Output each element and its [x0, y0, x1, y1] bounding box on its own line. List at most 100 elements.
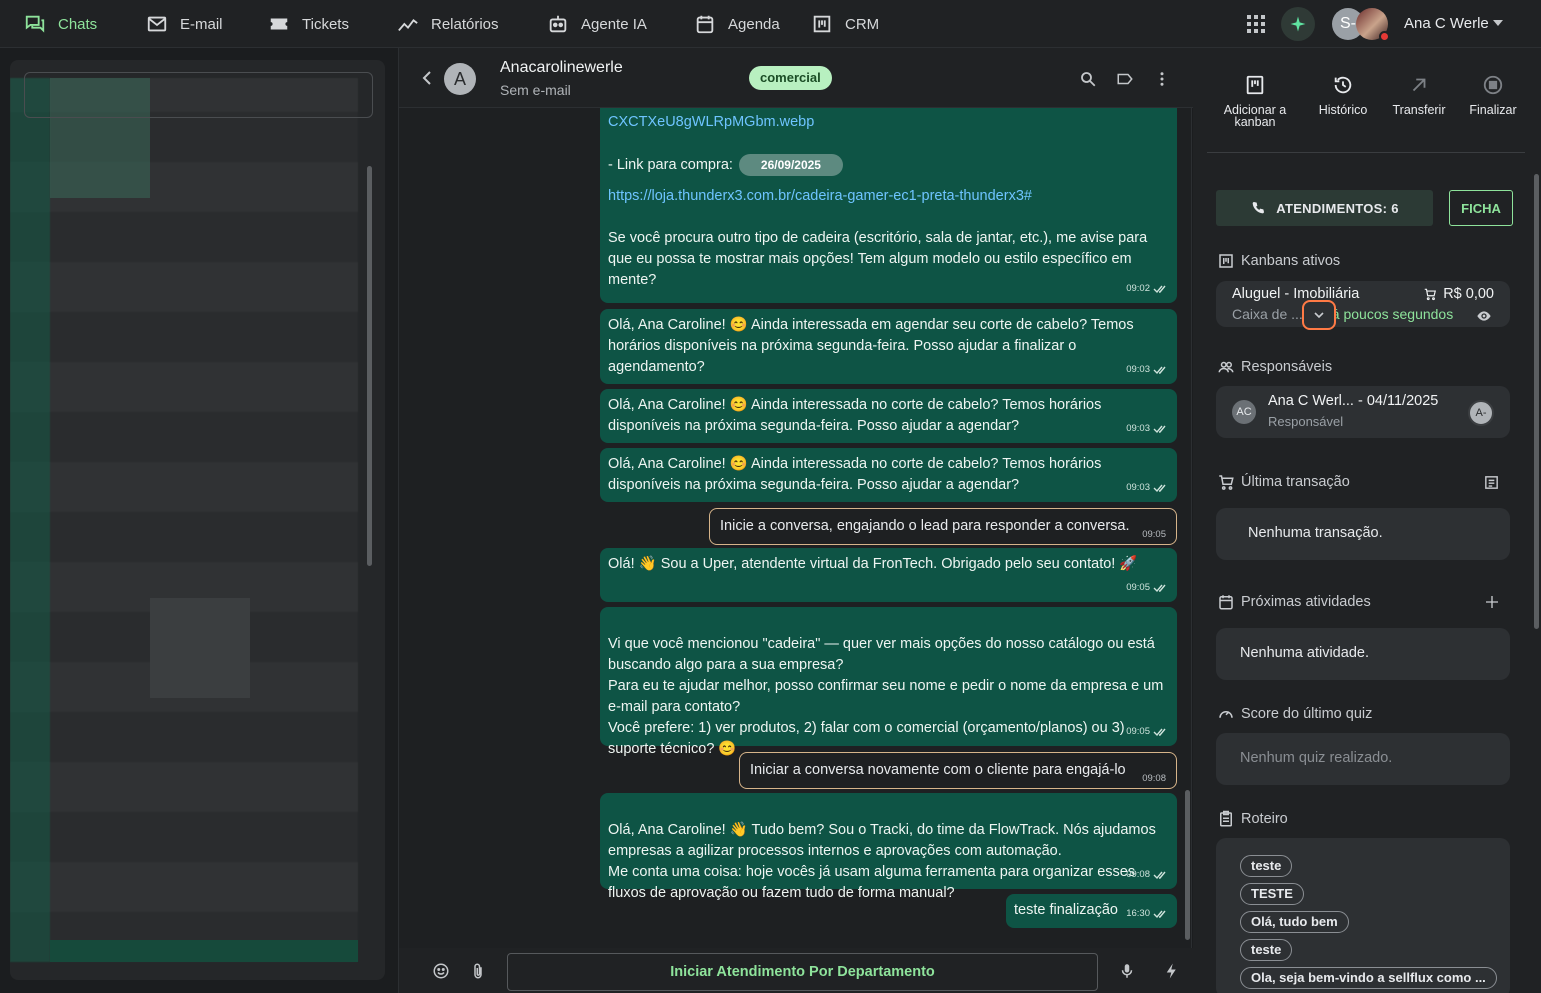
- double-check-icon: [1153, 910, 1166, 918]
- contact-name[interactable]: Anacarolinewerle: [500, 59, 623, 77]
- nav-chats[interactable]: Chats: [24, 0, 97, 48]
- message-bubble: Olá, Ana Caroline! 😊 Ainda interessada e…: [600, 309, 1177, 384]
- kanban-card[interactable]: Aluguel - Imobiliária R$ 0,00 Caixa de .…: [1216, 281, 1510, 330]
- history-button[interactable]: Histórico: [1303, 74, 1383, 116]
- responsavel-badge[interactable]: A-: [1468, 400, 1494, 426]
- product-link[interactable]: https://loja.thunderx3.com.br/cadeira-ga…: [608, 188, 1032, 204]
- finish-label: Finalizar: [1469, 103, 1517, 117]
- transfer-label: Transferir: [1392, 103, 1446, 117]
- start-service-button[interactable]: Iniciar Atendimento Por Departamento: [507, 953, 1098, 991]
- internal-note: Inicie a conversa, engajando o lead para…: [709, 508, 1177, 545]
- nav-tickets[interactable]: Tickets: [268, 0, 349, 48]
- message-bubble: CXCTXeU8gWLRpMGbm.webp - Link para compr…: [600, 108, 1177, 303]
- composer: Iniciar Atendimento Por Departamento: [399, 948, 1193, 993]
- receipt-icon[interactable]: [1483, 474, 1500, 491]
- roteiro-chip[interactable]: Ola, seja bem-vindo a sellflux como ...: [1240, 967, 1497, 989]
- message-text: Olá, Ana Caroline! 😊 Ainda interessada n…: [608, 397, 1102, 434]
- contact-avatar[interactable]: A: [444, 63, 476, 95]
- responsaveis-section-title: Responsáveis: [1217, 358, 1332, 376]
- transfer-icon: [1412, 78, 1426, 92]
- double-check-icon: [1153, 584, 1166, 592]
- time-label: 16:30: [1126, 908, 1150, 919]
- add-icon[interactable]: [1484, 594, 1500, 610]
- atendimentos-button[interactable]: ATENDIMENTOS: 6: [1216, 190, 1433, 226]
- nav-relatorios-label: Relatórios: [431, 15, 499, 33]
- double-check-icon: [1153, 871, 1166, 879]
- contact-tag[interactable]: comercial: [749, 66, 832, 90]
- time-label: 09:02: [1126, 283, 1150, 294]
- roteiro-chip[interactable]: Olá, tudo bem: [1240, 911, 1349, 933]
- kanban-expand-button[interactable]: [1302, 300, 1336, 330]
- ai-assistant-button[interactable]: [1281, 7, 1315, 41]
- time-label: 09:03: [1126, 482, 1150, 493]
- note-time: 09:08: [1142, 773, 1166, 784]
- message-bubble: Olá, Ana Caroline! 👋 Tudo bem? Sou o Tra…: [600, 793, 1177, 901]
- transfer-button[interactable]: Transferir: [1379, 74, 1459, 116]
- responsavel-avatar: AC: [1232, 400, 1256, 424]
- roteiro-chip[interactable]: teste: [1240, 855, 1293, 877]
- kanbans-section-title: Kanbans ativos: [1217, 252, 1340, 270]
- message-text: - Link para compra:: [608, 156, 733, 173]
- add-to-kanban-label: Adicionar a kanban: [1223, 103, 1287, 129]
- kanban-price: R$ 0,00: [1423, 286, 1494, 302]
- ficha-button[interactable]: FICHA: [1449, 190, 1513, 226]
- message-time: 09:02: [1126, 278, 1167, 299]
- transacao-title: Última transação: [1241, 474, 1350, 490]
- chart-line-icon: [398, 19, 418, 32]
- blurred-conversation-list: [10, 78, 358, 962]
- conversation-search-input[interactable]: [24, 72, 373, 118]
- nav-crm[interactable]: CRM: [811, 0, 879, 48]
- roteiro-chip[interactable]: teste: [1240, 939, 1293, 961]
- nav-agente-ia[interactable]: Agente IA: [547, 0, 647, 48]
- responsavel-card[interactable]: AC Ana C Werl... - 04/11/2025 Responsáve…: [1216, 386, 1510, 438]
- chevron-down-icon[interactable]: [1493, 20, 1503, 26]
- kanban-icon: [813, 15, 831, 33]
- finish-button[interactable]: Finalizar: [1453, 74, 1533, 116]
- message-text: Olá, Ana Caroline! 👋 Tudo bem? Sou o Tra…: [608, 822, 1156, 901]
- note-time: 09:05: [1142, 529, 1166, 540]
- message-text: Se você procura outro tipo de cadeira (e…: [608, 230, 1148, 288]
- conversation-list-scrollbar[interactable]: [367, 166, 372, 566]
- nav-email-label: E-mail: [180, 15, 223, 33]
- user-name[interactable]: Ana C Werle: [1404, 15, 1489, 32]
- nav-email[interactable]: E-mail: [146, 0, 223, 48]
- roteiro-chip[interactable]: TESTE: [1240, 883, 1304, 905]
- message-text: Olá, Ana Caroline! 😊 Ainda interessada e…: [608, 317, 1134, 375]
- message-time: 16:30: [1126, 903, 1167, 924]
- quiz-section-title: Score do último quiz: [1217, 705, 1372, 723]
- apps-grid-icon[interactable]: [1246, 14, 1266, 34]
- attach-icon[interactable]: [469, 962, 487, 980]
- nav-crm-label: CRM: [845, 15, 880, 33]
- time-label: 09:03: [1126, 364, 1150, 375]
- message-time: 09:08: [1126, 864, 1167, 885]
- chat-scrollbar[interactable]: [1185, 790, 1190, 940]
- microphone-icon[interactable]: [1118, 962, 1136, 980]
- kanban-add-icon: [1246, 75, 1264, 95]
- quiz-title: Score do último quiz: [1241, 706, 1373, 722]
- emoji-icon[interactable]: [432, 962, 450, 980]
- nav-agenda-label: Agenda: [728, 15, 780, 33]
- eye-icon[interactable]: [1476, 308, 1492, 324]
- kanbans-title: Kanbans ativos: [1241, 253, 1341, 269]
- nav-relatorios[interactable]: Relatórios: [397, 0, 499, 48]
- attachment-link[interactable]: CXCTXeU8gWLRpMGbm.webp: [608, 114, 814, 130]
- internal-note: Iniciar a conversa novamente com o clien…: [739, 752, 1177, 789]
- atividades-section-title: Próximas atividades: [1217, 593, 1371, 611]
- nav-agenda[interactable]: Agenda: [694, 0, 780, 48]
- add-to-kanban-button[interactable]: Adicionar a kanban: [1215, 74, 1295, 128]
- transacao-card: Nenhuma transação.: [1216, 508, 1510, 560]
- message-text: Olá! 👋 Sou a Uper, atendente virtual da …: [608, 556, 1138, 572]
- label-icon[interactable]: [1116, 70, 1134, 88]
- transacao-section-title: Última transação: [1217, 473, 1350, 491]
- phone-icon: [1252, 202, 1265, 214]
- search-icon[interactable]: [1079, 70, 1097, 88]
- chevron-left-icon[interactable]: [421, 70, 433, 86]
- message-text: Vi que você mencionou "cadeira" — quer v…: [608, 636, 1164, 757]
- time-label: 09:03: [1126, 423, 1150, 434]
- calendar-icon: [1219, 595, 1233, 610]
- kanban-icon: [1219, 254, 1233, 268]
- double-check-icon: [1153, 728, 1166, 736]
- panel-scrollbar[interactable]: [1534, 174, 1539, 629]
- lightning-icon[interactable]: [1163, 962, 1181, 980]
- more-vert-icon[interactable]: [1153, 70, 1171, 88]
